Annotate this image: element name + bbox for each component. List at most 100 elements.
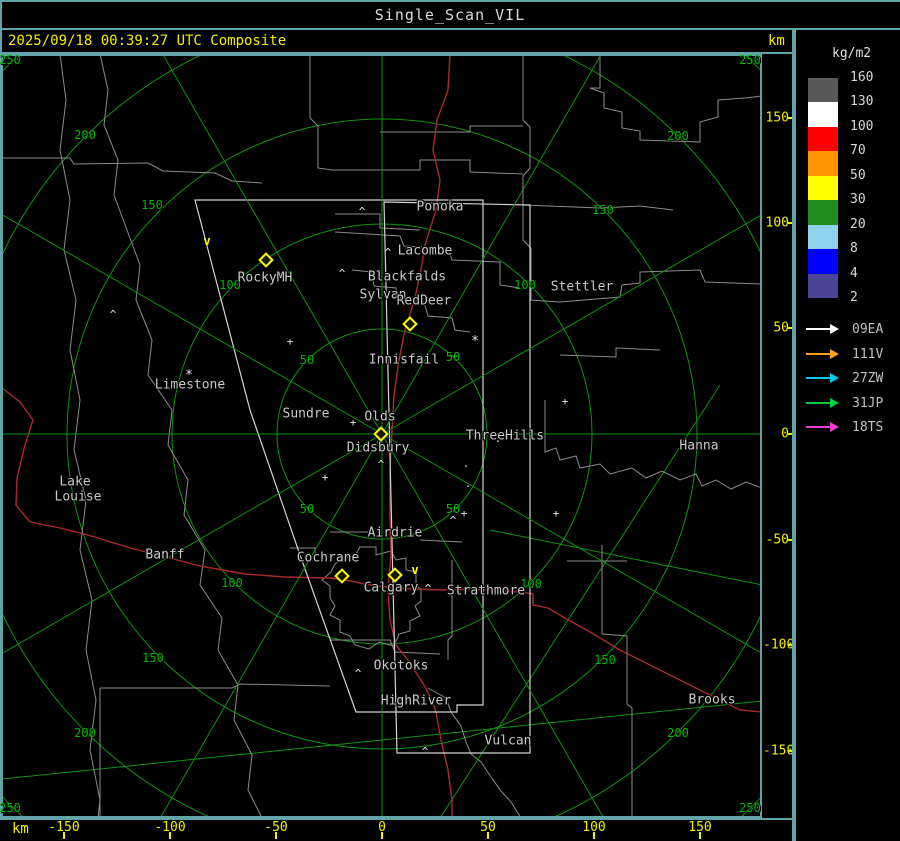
x-axis-tick-mark (63, 832, 65, 839)
vector-id-label: 09EA (852, 322, 884, 337)
y-axis-tick-label: -50 (765, 532, 789, 548)
city-label: RockyMH (237, 270, 293, 286)
city-label: Hanna (679, 438, 719, 454)
x-axis-tick-mark (169, 832, 171, 839)
city-label: HighRiver (380, 693, 452, 709)
ring-distance-label: 100 (514, 278, 536, 292)
ring-distance-label: 150 (592, 203, 614, 217)
city-label: Lake (59, 474, 91, 490)
ring-distance-label: 200 (74, 128, 96, 142)
legend-color-box (808, 200, 838, 225)
scan-datetime: 2025/09/18 00:39:27 UTC Composite (8, 33, 287, 49)
vector-id-label: 18TS (852, 420, 884, 436)
ring-distance-label: 50 (299, 502, 315, 516)
storm-marker-dot: · (464, 480, 472, 493)
ring-distance-label: 200 (667, 726, 689, 740)
storm-marker-caret: ^ (384, 246, 392, 259)
ring-distance-label: 250 (739, 801, 761, 815)
storm-marker-plus: + (460, 507, 468, 520)
city-label: Cochrane (296, 550, 360, 566)
storm-marker-dot: · (494, 435, 502, 448)
x-axis-tick-mark (699, 832, 701, 839)
storm-marker-diamond (334, 568, 350, 584)
legend-color-box (808, 249, 838, 274)
x-axis-tick-mark (381, 832, 383, 839)
city-label: Lacombe (397, 243, 453, 259)
city-label: Banff (145, 547, 185, 563)
ring-distance-label: 150 (594, 653, 616, 667)
storm-marker-plus: + (561, 395, 569, 408)
city-label: Stettler (550, 279, 614, 295)
city-label: Calgary (363, 580, 419, 596)
storm-marker-plus: + (321, 471, 329, 484)
ring-distance-label: 100 (221, 576, 243, 590)
vector-arrow-icon (806, 352, 832, 355)
storm-marker-caret: ^ (449, 514, 457, 527)
legend-value-label: 30 (850, 192, 866, 208)
ring-distance-label: 150 (141, 198, 163, 212)
ring-distance-label: 200 (74, 726, 96, 740)
y-axis-tick-label: 150 (765, 110, 789, 126)
info-bar: 2025/09/18 00:39:27 UTC Composite km (0, 30, 795, 52)
storm-marker-diamond (258, 252, 274, 268)
vector-arrow-icon (806, 401, 832, 404)
y-axis-tick-label: -100 (763, 637, 795, 653)
y-axis-unit-label: km (768, 33, 785, 49)
legend-value-label: 20 (850, 216, 866, 232)
x-axis-tick-mark (275, 832, 277, 839)
city-label: Sundre (282, 406, 330, 422)
vector-legend-row: 31JP (796, 391, 900, 416)
ring-distance-label: 250 (739, 53, 761, 67)
storm-marker-asterisk: * (185, 368, 193, 383)
storm-marker-caret: ^ (424, 582, 432, 595)
legend-value-label: 2 (850, 289, 858, 305)
vector-arrowhead-icon (830, 324, 839, 334)
city-label: Olds (364, 409, 396, 425)
vector-legend: 09EA 111V 27ZW 31JP 18TS (796, 30, 900, 435)
ring-distance-label: 50 (445, 350, 461, 364)
storm-marker-diamond (402, 316, 418, 332)
x-axis-tick-mark (593, 832, 595, 839)
city-label: ThreeHills (465, 428, 545, 444)
map-label-layer: 50 50 50 50 100 100 100 100 150 150 150 150 200 200 20… (0, 53, 795, 818)
vector-arrow-icon (806, 377, 832, 380)
city-label: Airdrie (367, 525, 423, 541)
ring-distance-label: 50 (299, 353, 315, 367)
vector-legend-row: 111V (796, 342, 900, 367)
vector-legend-row: 09EA (796, 317, 900, 342)
city-label: RedDeer (396, 293, 452, 309)
legend-color-box (808, 224, 838, 250)
vector-id-label: 27ZW (852, 371, 884, 387)
storm-marker-caret: ^ (421, 745, 429, 758)
storm-marker-plus: + (286, 335, 294, 348)
storm-marker-asterisk: * (471, 334, 479, 349)
radar-map[interactable]: 50 50 50 50 100 100 100 100 150 150 150 150 200 200 20… (0, 53, 795, 818)
storm-marker-caret: ^ (109, 308, 117, 321)
ring-distance-label: 250 (0, 801, 21, 815)
legend-color-box (808, 273, 838, 298)
storm-marker-caret: ^ (338, 267, 346, 280)
storm-marker-plus: + (349, 416, 357, 429)
storm-marker-caret: ^ (358, 205, 366, 218)
y-axis-tick-label: 100 (765, 215, 789, 231)
city-label: Louise (54, 489, 102, 505)
vector-arrowhead-icon (830, 348, 839, 359)
window-title: Single_Scan_VIL (374, 6, 526, 24)
ring-distance-label: 150 (142, 651, 164, 665)
storm-marker-diamond (373, 426, 389, 442)
legend-panel: kg/m2 160 130 100 70 50 30 20 8 4 2 09EA 111V 27ZW 3… (796, 30, 900, 841)
storm-marker-caret: ^ (377, 458, 385, 471)
legend-value-label: 8 (850, 241, 858, 257)
city-label: Brooks (688, 692, 736, 708)
y-axis-tick-label: 50 (773, 320, 789, 336)
vector-id-label: 111V (852, 346, 884, 362)
storm-marker-arrow-down: v (203, 234, 211, 248)
y-axis-tick-label: -150 (763, 743, 795, 759)
storm-marker-arrow-down: v (411, 563, 419, 577)
radar-app-window: Single_Scan_VIL 2025/09/18 00:39:27 UTC … (0, 0, 900, 841)
city-label: Strathmore (446, 583, 526, 599)
legend-value-label: 4 (850, 265, 858, 281)
ring-distance-label: 200 (667, 129, 689, 143)
vector-id-label: 31JP (852, 395, 884, 411)
vector-arrow-icon (806, 328, 832, 330)
